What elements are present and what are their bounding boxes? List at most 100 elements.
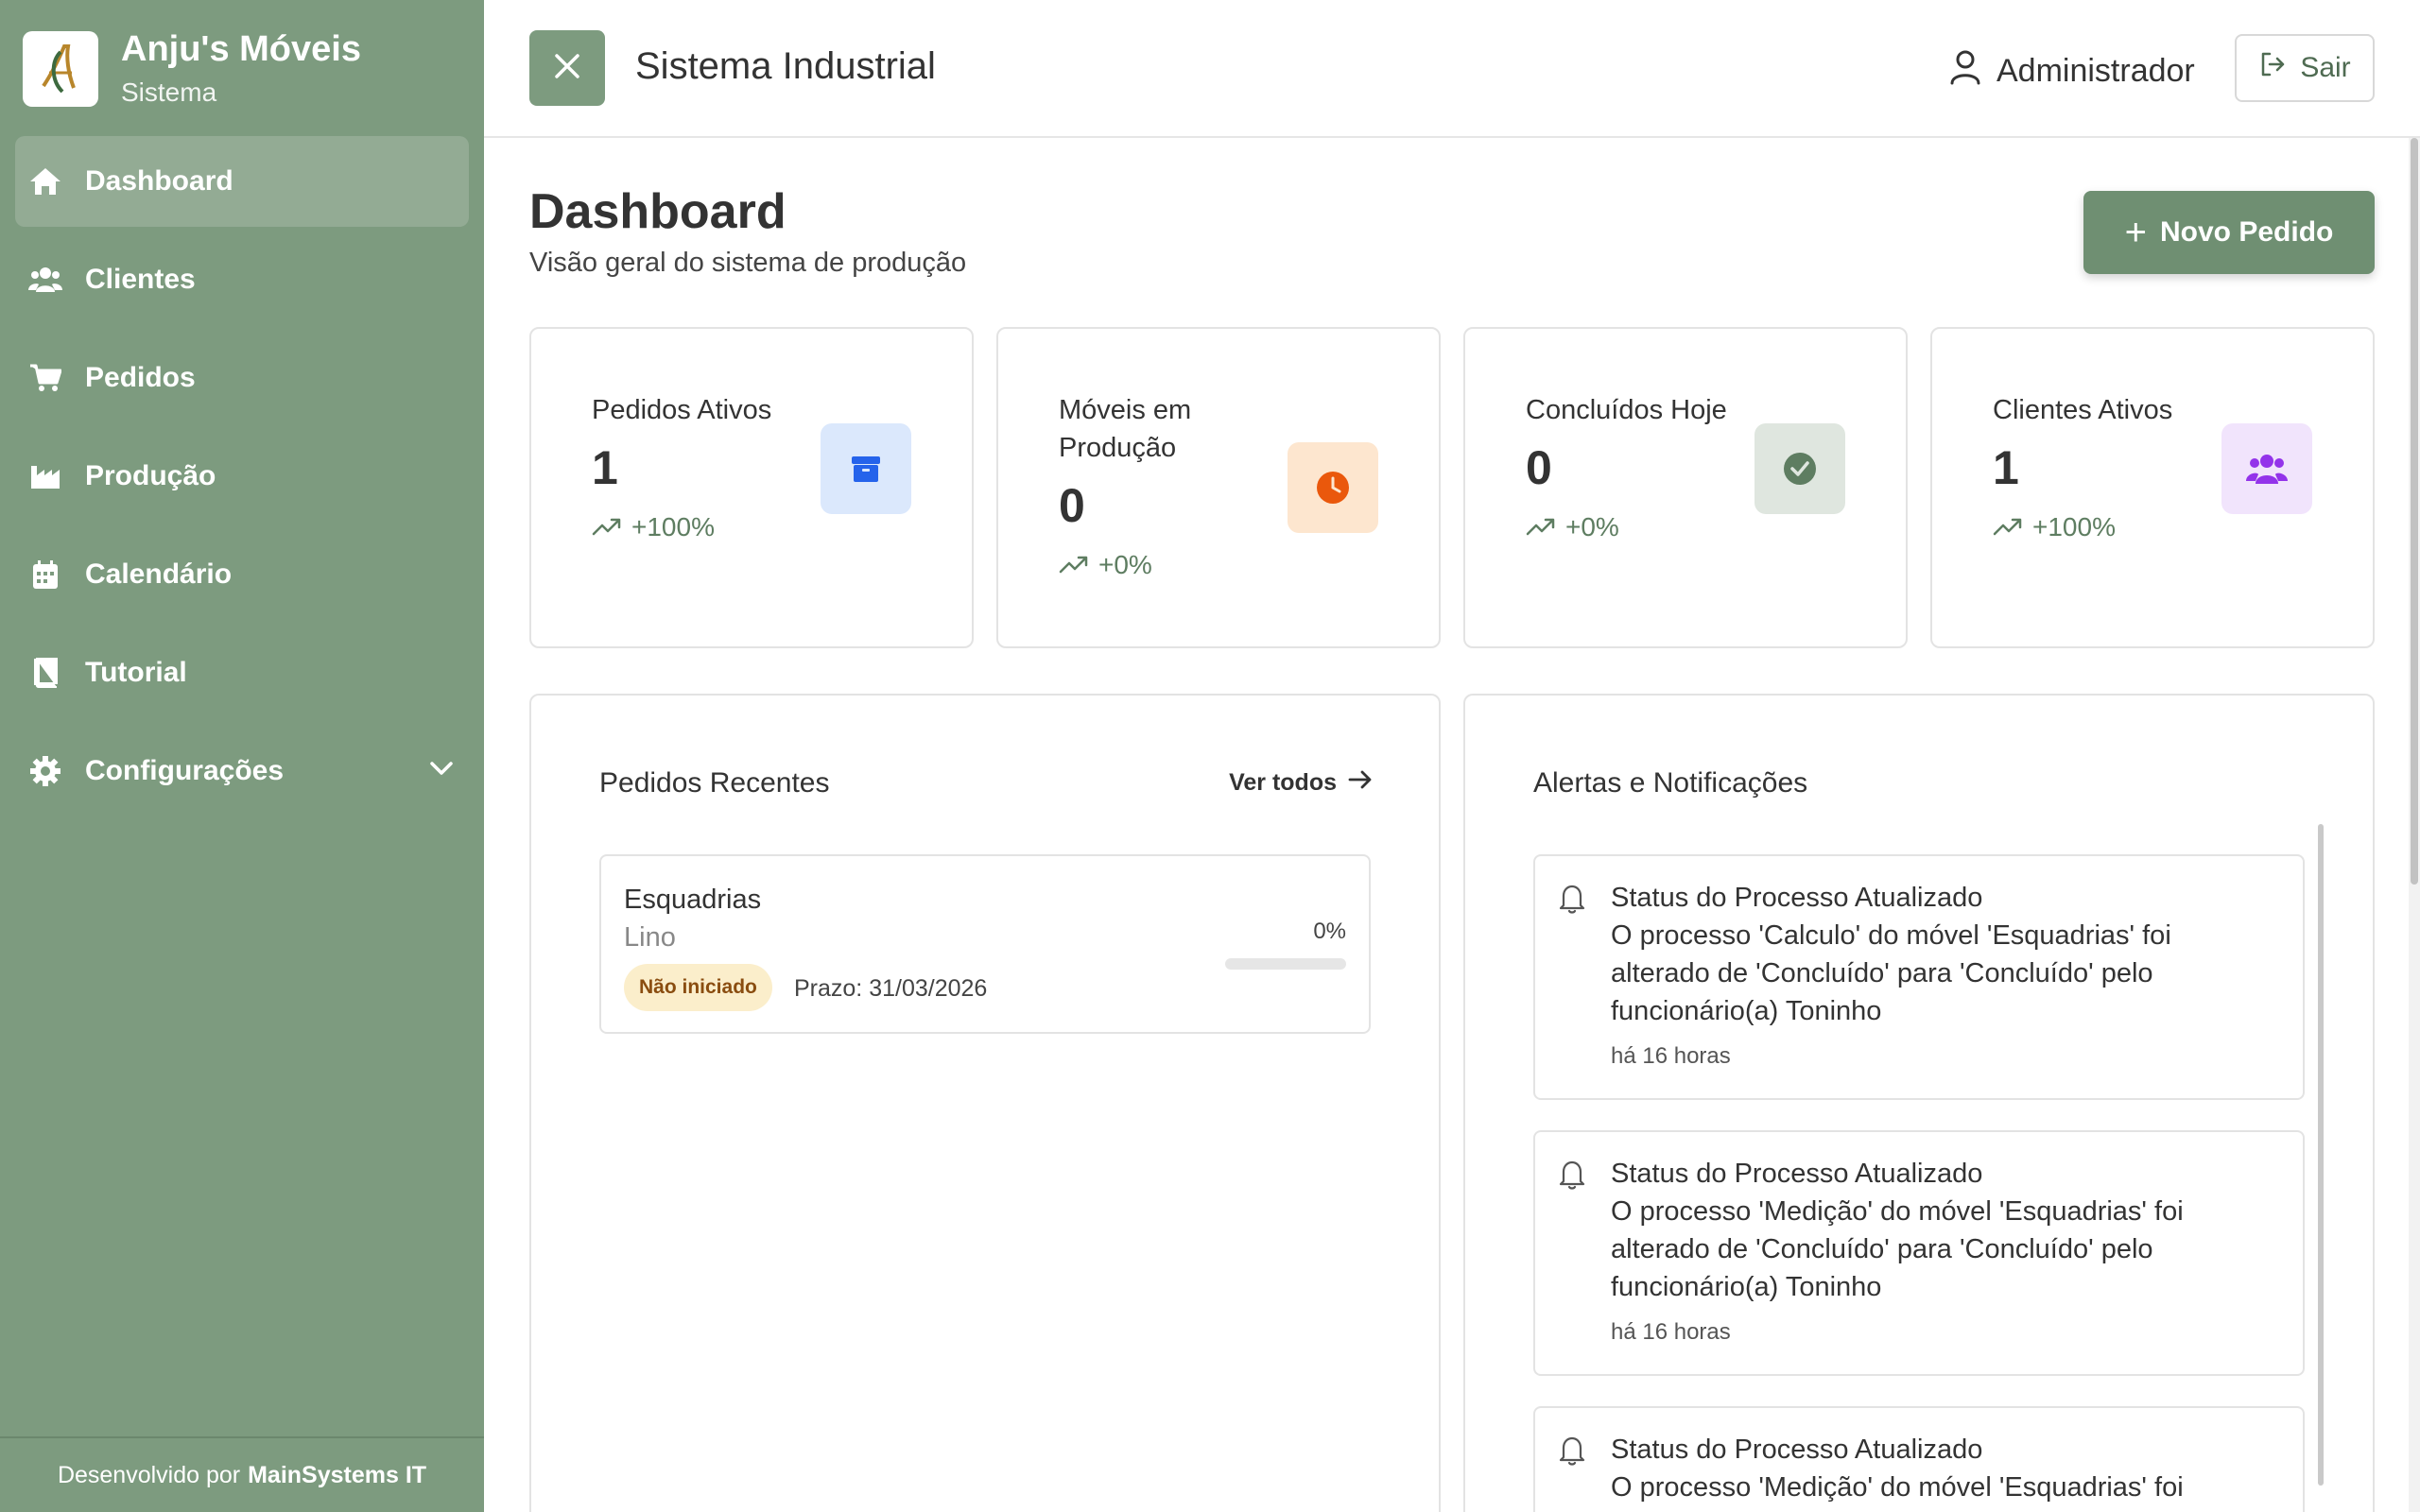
stat-trend-value: +0% xyxy=(1098,550,1152,579)
sidebar-nav: Dashboard Clientes Pedidos Produção Cale… xyxy=(15,136,469,824)
stat-value: 1 xyxy=(592,441,618,494)
sidebar-footer: Desenvolvido por MainSystems IT xyxy=(0,1436,484,1512)
sidebar-item-label: Dashboard xyxy=(85,165,233,197)
close-icon xyxy=(553,52,581,85)
stat-trend: +100% xyxy=(592,512,715,542)
stat-trend: +100% xyxy=(1993,512,2116,542)
home-icon xyxy=(28,164,62,198)
users-icon xyxy=(28,263,62,297)
bell-icon xyxy=(1558,883,1586,919)
page-scrollbar-thumb[interactable] xyxy=(2411,138,2418,885)
alerts-scrollbar[interactable] xyxy=(2318,824,2324,1486)
view-all-link[interactable]: Ver todos xyxy=(1229,769,1373,797)
sidebar-item-label: Configurações xyxy=(85,755,285,786)
footer-company: MainSystems IT xyxy=(248,1461,427,1488)
footer-prefix: Desenvolvido por xyxy=(57,1461,241,1488)
new-order-label: Novo Pedido xyxy=(2160,216,2334,248)
stat-value: 0 xyxy=(1526,441,1552,494)
arrow-right-icon xyxy=(1337,769,1373,797)
brand-subtitle: Sistema xyxy=(121,77,217,107)
app-title: Sistema Industrial xyxy=(635,45,936,87)
stat-card-clientes-ativos: Clientes Ativos 1 +100% xyxy=(1930,327,2375,648)
sidebar-item-tutorial[interactable]: Tutorial xyxy=(15,627,469,718)
alert-time: há 16 horas xyxy=(1611,1319,1731,1345)
stat-trend-value: +100% xyxy=(2032,512,2116,541)
alert-item[interactable]: Status do Processo Atualizado O processo… xyxy=(1533,1406,2305,1512)
bell-icon xyxy=(1558,1435,1586,1471)
alert-body: O processo 'Calculo' do móvel 'Esquadria… xyxy=(1611,920,2171,1026)
status-badge: Não iniciado xyxy=(624,964,772,1011)
sidebar-item-label: Tutorial xyxy=(85,657,187,688)
order-progress-label: 0% xyxy=(1313,919,1346,944)
sidebar: Anju's Móveis Sistema Dashboard Clientes… xyxy=(0,0,484,1512)
calendar-icon xyxy=(28,558,62,592)
panel-title: Pedidos Recentes xyxy=(599,767,830,799)
alert-body: O processo 'Medição' do móvel 'Esquadria… xyxy=(1611,1472,2184,1503)
brand[interactable]: Anju's Móveis Sistema xyxy=(23,30,361,108)
brand-logo xyxy=(23,31,98,107)
box-icon xyxy=(821,423,911,514)
bell-icon xyxy=(1558,1159,1586,1195)
alert-title: Status do Processo Atualizado xyxy=(1611,1159,1983,1189)
stat-trend-value: +100% xyxy=(631,512,715,541)
sidebar-item-dashboard[interactable]: Dashboard xyxy=(15,136,469,227)
clock-icon xyxy=(1288,442,1378,533)
page-scrollbar[interactable] xyxy=(2409,138,2420,1512)
sidebar-item-clientes[interactable]: Clientes xyxy=(15,234,469,325)
alert-item[interactable]: Status do Processo Atualizado O processo… xyxy=(1533,1130,2305,1376)
alert-title: Status do Processo Atualizado xyxy=(1611,883,1983,913)
alert-item[interactable]: Status do Processo Atualizado O processo… xyxy=(1533,854,2305,1100)
order-name: Esquadrias xyxy=(624,885,762,915)
new-order-button[interactable]: + Novo Pedido xyxy=(2083,191,2375,274)
order-progress-bar xyxy=(1225,958,1346,970)
gear-icon xyxy=(28,754,62,788)
cart-icon xyxy=(28,361,62,395)
alerts-list: Status do Processo Atualizado O processo… xyxy=(1533,854,2305,1512)
sidebar-item-pedidos[interactable]: Pedidos xyxy=(15,333,469,423)
page-title: Dashboard xyxy=(529,184,786,239)
sidebar-item-configuracoes[interactable]: Configurações xyxy=(15,726,469,816)
alert-time: há 16 horas xyxy=(1611,1043,1731,1069)
sidebar-item-label: Pedidos xyxy=(85,362,196,393)
stat-label: Concluídos Hoje xyxy=(1526,395,1727,425)
page-subtitle: Visão geral do sistema de produção xyxy=(529,248,967,278)
logout-label: Sair xyxy=(2300,52,2351,83)
user-icon xyxy=(1949,49,1996,94)
user-name: Administrador xyxy=(1996,53,2195,89)
stat-trend: +0% xyxy=(1059,550,1152,580)
stat-value: 0 xyxy=(1059,479,1085,532)
order-card[interactable]: Esquadrias Lino Não iniciado Prazo: 31/0… xyxy=(599,854,1371,1034)
recent-orders-panel: Pedidos Recentes Ver todos Esquadrias Li… xyxy=(529,694,1441,1512)
sidebar-item-calendario[interactable]: Calendário xyxy=(15,529,469,620)
user-menu[interactable]: Administrador xyxy=(1949,49,2195,94)
sidebar-item-label: Calendário xyxy=(85,558,233,590)
panel-title: Alertas e Notificações xyxy=(1533,767,1808,799)
stat-card-moveis-producao: Móveis em Produção 0 +0% xyxy=(996,327,1441,648)
order-deadline: Prazo: 31/03/2026 xyxy=(794,975,988,1002)
sidebar-item-label: Produção xyxy=(85,460,216,491)
alert-title: Status do Processo Atualizado xyxy=(1611,1435,1983,1465)
stat-value: 1 xyxy=(1993,441,2019,494)
alert-body: O processo 'Medição' do móvel 'Esquadria… xyxy=(1611,1196,2184,1302)
topbar: Sistema Industrial Administrador Sair xyxy=(484,0,2420,138)
chevron-down-icon[interactable] xyxy=(427,754,456,790)
order-client: Lino xyxy=(624,922,676,953)
stat-card-concluidos-hoje: Concluídos Hoje 0 +0% xyxy=(1463,327,1908,648)
stat-trend: +0% xyxy=(1526,512,1619,542)
view-all-label: Ver todos xyxy=(1229,769,1337,796)
alerts-panel: Alertas e Notificações Status do Process… xyxy=(1463,694,2375,1512)
close-sidebar-button[interactable] xyxy=(529,30,605,106)
logout-icon xyxy=(2258,50,2300,86)
sidebar-item-producao[interactable]: Produção xyxy=(15,431,469,522)
plus-icon: + xyxy=(2124,212,2147,253)
brand-name: Anju's Móveis xyxy=(121,29,361,69)
users-icon xyxy=(2221,423,2312,514)
stat-label: Clientes Ativos xyxy=(1993,395,2173,425)
stat-trend-value: +0% xyxy=(1565,512,1619,541)
factory-icon xyxy=(28,459,62,493)
check-circle-icon xyxy=(1754,423,1845,514)
stat-card-pedidos-ativos: Pedidos Ativos 1 +100% xyxy=(529,327,974,648)
stat-label: Móveis em Produção xyxy=(1059,395,1192,463)
stat-label: Pedidos Ativos xyxy=(592,395,772,425)
logout-button[interactable]: Sair xyxy=(2235,34,2375,102)
